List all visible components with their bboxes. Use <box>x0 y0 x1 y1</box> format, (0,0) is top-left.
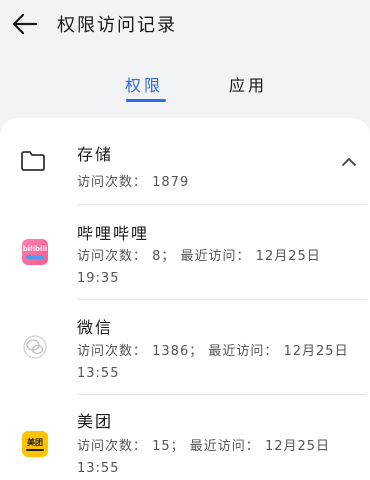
storage-group-header[interactable]: 存储 访问次数： 1879 <box>0 118 370 202</box>
arrow-left-icon <box>12 13 38 35</box>
meituan-icon: 美团 <box>22 431 48 457</box>
divider <box>77 204 366 205</box>
app-name: 哔哩哔哩 <box>77 224 150 243</box>
tab-bar: 权限 应用 <box>0 72 370 106</box>
list-item[interactable]: bilibili 哔哩哔哩 访问次数： 8； 最近访问： 12月25日 19:3… <box>0 206 370 298</box>
list-item[interactable]: 美团 美团 访问次数： 15； 最近访问： 12月25日 13:55 <box>0 396 370 480</box>
group-title: 存储 <box>77 145 114 164</box>
divider <box>77 299 366 300</box>
list-item[interactable]: 微信 访问次数： 1386； 最近访问： 12月25日 13:55 <box>0 301 370 393</box>
app-access-detail: 访问次数： 8； 最近访问： 12月25日 19:35 <box>77 249 321 286</box>
app-name: 美团 <box>77 412 114 431</box>
app-access-detail: 访问次数： 1386； 最近访问： 12月25日 13:55 <box>77 344 349 381</box>
permission-list-card: 存储 访问次数： 1879 bilibili 哔哩哔哩 访问次数： 8； 最近访… <box>0 118 370 480</box>
group-access-count: 访问次数： 1879 <box>77 175 190 190</box>
back-button[interactable] <box>12 11 38 37</box>
bilibili-icon: bilibili <box>22 239 48 265</box>
tab-apps[interactable]: 应用 <box>229 72 267 96</box>
divider <box>77 394 366 395</box>
folder-icon <box>21 151 45 171</box>
wechat-icon <box>23 335 47 359</box>
active-tab-indicator <box>126 99 166 102</box>
tab-permissions[interactable]: 权限 <box>125 72 163 96</box>
page-title: 权限访问记录 <box>57 15 177 36</box>
chevron-up-icon[interactable] <box>340 156 358 168</box>
app-access-detail: 访问次数： 15； 最近访问： 12月25日 13:55 <box>77 439 331 476</box>
app-name: 微信 <box>77 318 114 337</box>
top-app-bar: 权限访问记录 <box>0 0 370 48</box>
